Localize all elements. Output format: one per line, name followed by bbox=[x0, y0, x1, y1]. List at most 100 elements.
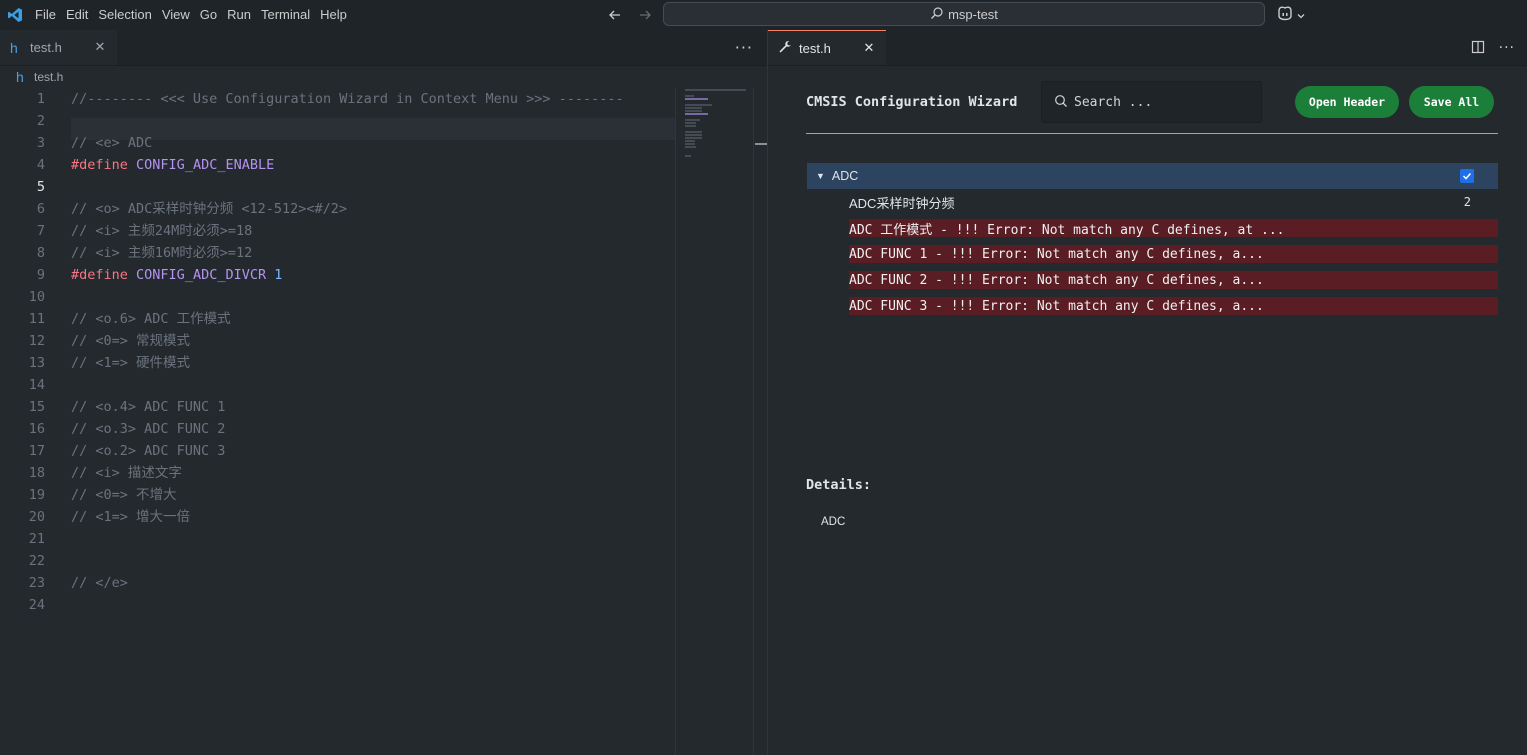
code-line[interactable]: 22 bbox=[0, 550, 675, 572]
error-row[interactable]: ADC 工作模式 - !!! Error: Not match any C de… bbox=[849, 219, 1498, 238]
comment: // <i> 描述文字 bbox=[71, 465, 182, 481]
code-line[interactable]: 14 bbox=[0, 374, 675, 396]
code-line[interactable]: 18 // <i> 描述文字 bbox=[0, 462, 675, 484]
minimap[interactable] bbox=[675, 88, 753, 755]
enable-checkbox[interactable] bbox=[1460, 169, 1474, 183]
minimap-line bbox=[685, 146, 696, 148]
forward-arrow-icon[interactable] bbox=[634, 4, 656, 26]
open-header-button[interactable]: Open Header bbox=[1295, 86, 1399, 118]
menu-help[interactable]: Help bbox=[315, 0, 352, 30]
define-keyword: #define bbox=[71, 157, 128, 173]
comment: // <o> ADC采样时钟分频 <12-512><#/2> bbox=[71, 201, 348, 217]
tab-test-h-left[interactable]: h test.h ✕ bbox=[0, 30, 117, 65]
close-icon[interactable]: ✕ bbox=[93, 40, 107, 54]
code-line[interactable]: 6 // <o> ADC采样时钟分频 <12-512><#/2> bbox=[0, 198, 675, 220]
code-line[interactable]: 1 //-------- <<< Use Configuration Wizard… bbox=[0, 88, 675, 110]
menu-go[interactable]: Go bbox=[195, 0, 222, 30]
code-line[interactable]: 9 #define CONFIG_ADC_DIVCR 1 bbox=[0, 264, 675, 286]
divider bbox=[806, 133, 1498, 134]
copilot-button[interactable] bbox=[1276, 4, 1306, 26]
more-actions-icon[interactable]: ··· bbox=[735, 38, 753, 57]
line-number: 6 bbox=[36, 201, 45, 217]
line-number: 11 bbox=[28, 311, 45, 327]
menu-run[interactable]: Run bbox=[222, 0, 256, 30]
split-editor-icon[interactable] bbox=[1471, 40, 1485, 58]
menu-bar: File Edit Selection View Go Run Terminal… bbox=[30, 0, 352, 30]
comment: // <o.3> ADC FUNC 2 bbox=[71, 421, 226, 437]
more-actions-icon[interactable]: ··· bbox=[1499, 40, 1515, 58]
close-icon[interactable]: ✕ bbox=[862, 41, 876, 55]
code-line[interactable]: 13 // <1=> 硬件模式 bbox=[0, 352, 675, 374]
code-line[interactable]: 10 bbox=[0, 286, 675, 308]
menu-selection[interactable]: Selection bbox=[93, 0, 156, 30]
details-heading: Details: bbox=[806, 477, 872, 493]
comment: //-------- <<< Use Configuration Wizard … bbox=[71, 91, 624, 107]
code-line[interactable]: 5 bbox=[0, 176, 675, 198]
menu-edit[interactable]: Edit bbox=[61, 0, 93, 30]
code-text: // <o.6> ADC 工作模式 bbox=[45, 308, 231, 330]
line-number: 5 bbox=[36, 179, 45, 195]
vscode-logo-icon bbox=[0, 0, 30, 30]
tree-item-adc-divider[interactable]: ADC采样时钟分频 2 bbox=[849, 189, 1498, 215]
comment: // <o.2> ADC FUNC 3 bbox=[71, 443, 226, 459]
code-line[interactable]: 11 // <o.6> ADC 工作模式 bbox=[0, 308, 675, 330]
navigation-arrows bbox=[604, 4, 656, 26]
code-line[interactable]: 4 #define CONFIG_ADC_ENABLE bbox=[0, 154, 675, 176]
code-text: // <i> 主频16M时必须>=12 bbox=[45, 242, 252, 264]
code-text: // <o.2> ADC FUNC 3 bbox=[45, 440, 225, 462]
menu-view[interactable]: View bbox=[157, 0, 195, 30]
code-line[interactable]: 12 // <0=> 常规模式 bbox=[0, 330, 675, 352]
error-row[interactable]: ADC FUNC 2 - !!! Error: Not match any C … bbox=[849, 271, 1498, 289]
option-value[interactable]: 2 bbox=[1464, 195, 1471, 209]
breadcrumb: h test.h bbox=[0, 66, 767, 88]
minimap-line bbox=[685, 131, 703, 133]
tree-item-label: ADC采样时钟分频 bbox=[849, 195, 955, 211]
code-line[interactable]: 21 bbox=[0, 528, 675, 550]
tab-test-h-wizard[interactable]: test.h ✕ bbox=[768, 30, 886, 65]
comment: // <i> 主频24M时必须>=18 bbox=[71, 223, 253, 239]
minimap-line bbox=[685, 122, 696, 124]
code-text: // <0=> 不增大 bbox=[45, 484, 177, 506]
code-text: // <i> 描述文字 bbox=[45, 462, 182, 484]
code-line[interactable]: 8 // <i> 主频16M时必须>=12 bbox=[0, 242, 675, 264]
code-text: //-------- <<< Use Configuration Wizard … bbox=[45, 88, 624, 110]
tree-item-label: ADC bbox=[831, 169, 859, 183]
code-line[interactable]: 3 // <e> ADC bbox=[0, 132, 675, 154]
back-arrow-icon[interactable] bbox=[604, 4, 626, 26]
code-line[interactable]: 2 bbox=[0, 110, 675, 132]
minimap-line bbox=[685, 110, 703, 112]
vertical-scrollbar[interactable] bbox=[753, 88, 767, 755]
command-center-search[interactable]: msp-test bbox=[663, 2, 1265, 26]
minimap-line bbox=[685, 113, 708, 115]
breadcrumb-file[interactable]: test.h bbox=[34, 70, 63, 84]
code-line[interactable]: 23 // </e> bbox=[0, 572, 675, 594]
error-row[interactable]: ADC FUNC 3 - !!! Error: Not match any C … bbox=[849, 297, 1498, 315]
error-row[interactable]: ADC FUNC 1 - !!! Error: Not match any C … bbox=[849, 245, 1498, 263]
search-input[interactable]: Search ... bbox=[1041, 81, 1262, 123]
code-line[interactable]: 15 // <o.4> ADC FUNC 1 bbox=[0, 396, 675, 418]
scrollbar-cursor-marker bbox=[755, 143, 767, 145]
menu-terminal[interactable]: Terminal bbox=[256, 0, 315, 30]
caret-down-icon[interactable]: ▼ bbox=[816, 171, 825, 181]
code-text: // <i> 主频24M时必须>=18 bbox=[45, 220, 252, 242]
line-number: 24 bbox=[28, 597, 45, 613]
line-number: 18 bbox=[28, 465, 45, 481]
wizard-title: CMSIS Configuration Wizard bbox=[806, 94, 1018, 110]
menu-file[interactable]: File bbox=[30, 0, 61, 30]
code-line[interactable]: 7 // <i> 主频24M时必须>=18 bbox=[0, 220, 675, 242]
wrench-icon bbox=[778, 40, 791, 56]
chevron-down-icon bbox=[1296, 6, 1306, 25]
code-text: // <o> ADC采样时钟分频 <12-512><#/2> bbox=[45, 198, 347, 220]
tree-item-adc[interactable]: ▼ ADC bbox=[807, 163, 1498, 189]
code-text: #define CONFIG_ADC_ENABLE bbox=[45, 154, 274, 176]
code-line[interactable]: 20 // <1=> 增大一倍 bbox=[0, 506, 675, 528]
code-line[interactable]: 17 // <o.2> ADC FUNC 3 bbox=[0, 440, 675, 462]
cmsis-config-wizard: CMSIS Configuration Wizard Search ... Op… bbox=[806, 80, 1498, 315]
right-editor-group: test.h ✕ ··· CMSIS Configuration Wizard … bbox=[768, 30, 1527, 755]
code-editor[interactable]: 1 //-------- <<< Use Configuration Wizard… bbox=[0, 88, 675, 755]
code-line[interactable]: 16 // <o.3> ADC FUNC 2 bbox=[0, 418, 675, 440]
save-all-button[interactable]: Save All bbox=[1409, 86, 1494, 118]
code-line[interactable]: 24 bbox=[0, 594, 675, 616]
code-line[interactable]: 19 // <0=> 不增大 bbox=[0, 484, 675, 506]
line-number: 13 bbox=[28, 355, 45, 371]
